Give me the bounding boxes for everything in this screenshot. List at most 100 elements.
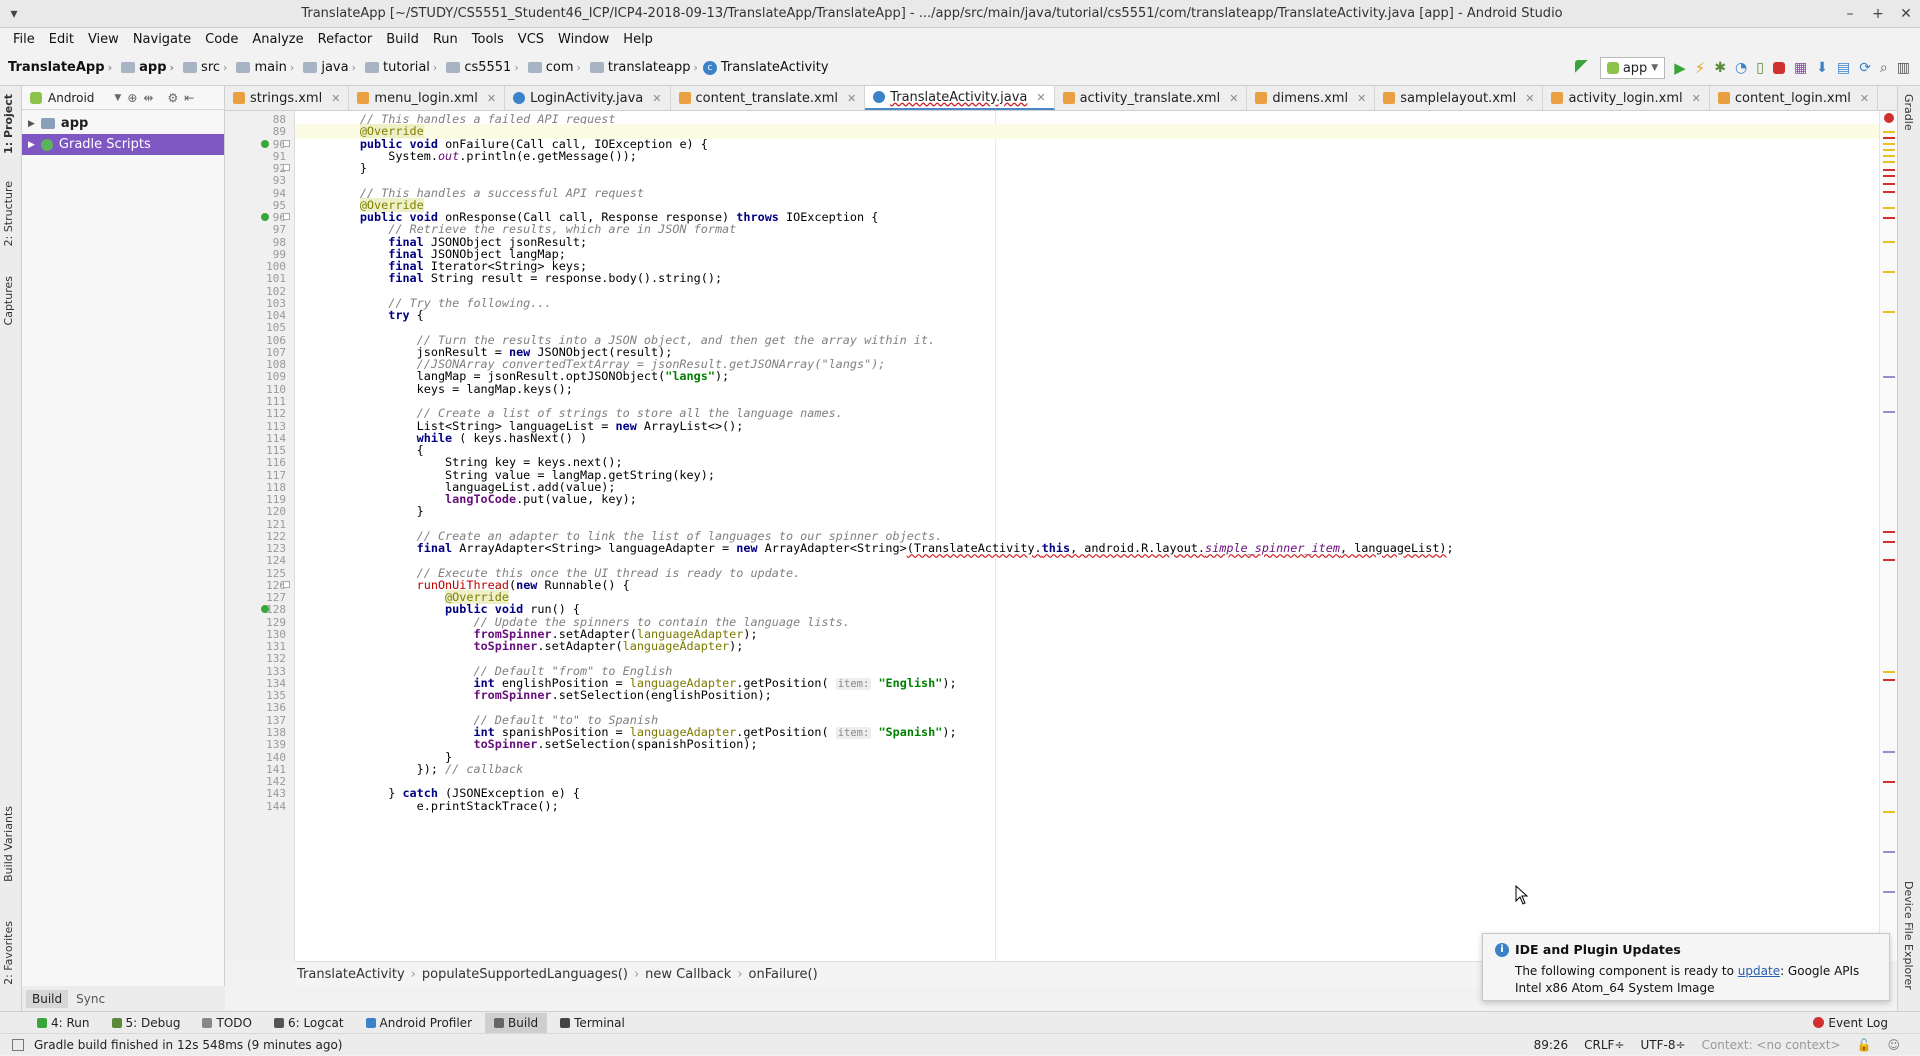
tool-window-6-logcat[interactable]: 6: Logcat — [265, 1013, 353, 1033]
close-tab-icon[interactable]: ✕ — [487, 92, 496, 105]
hide-icon[interactable]: ⇤ — [184, 91, 194, 105]
run-icon[interactable]: ▶ — [1674, 59, 1686, 77]
tab-menu-login-xml[interactable]: menu_login.xml ✕ — [349, 86, 506, 110]
fold-icon[interactable] — [283, 139, 290, 147]
code-line[interactable]: try { — [303, 308, 424, 323]
tab-dimens-xml[interactable]: dimens.xml ✕ — [1247, 86, 1376, 110]
tool-window-android-profiler[interactable]: Android Profiler — [357, 1013, 481, 1033]
scroll-marker[interactable] — [1883, 751, 1895, 753]
chevron-down-icon[interactable]: ▼ — [114, 93, 121, 103]
minimize-icon[interactable]: – — [1836, 6, 1864, 22]
caret-position[interactable]: 89:26 — [1534, 1038, 1569, 1052]
attach-debugger-icon[interactable]: ▯ — [1756, 60, 1764, 76]
settings-icon[interactable]: ▥ — [1897, 60, 1910, 76]
override-marker-icon[interactable] — [261, 139, 269, 148]
tab-loginactivity-java[interactable]: LoginActivity.java ✕ — [505, 86, 671, 110]
error-stripe-scrollbar[interactable] — [1879, 111, 1897, 961]
code-line[interactable]: keys = langMap.keys(); — [303, 382, 573, 397]
event-log-button[interactable]: Event Log — [1813, 1016, 1888, 1030]
tab-build-variants[interactable]: Build Variants — [2, 806, 15, 882]
apply-changes-icon[interactable]: ⚡ — [1695, 59, 1706, 77]
tab-activity-translate-xml[interactable]: activity_translate.xml ✕ — [1055, 86, 1248, 110]
maximize-icon[interactable]: + — [1864, 6, 1892, 22]
breadcrumb-item[interactable]: c TranslateActivity — [702, 60, 829, 75]
make-project-icon[interactable] — [1574, 60, 1591, 76]
scroll-marker[interactable] — [1883, 131, 1895, 133]
code-breadcrumb-item[interactable]: new Callback — [645, 967, 731, 982]
scope-icon[interactable]: ⊕ — [127, 91, 137, 105]
breadcrumb-item[interactable]: java › — [299, 60, 359, 75]
tool-window-5-debug[interactable]: 5: Debug — [103, 1013, 190, 1033]
close-tab-icon[interactable]: ✕ — [1229, 92, 1238, 105]
scroll-marker[interactable] — [1883, 891, 1895, 893]
menu-window[interactable]: Window — [551, 32, 616, 47]
scroll-marker[interactable] — [1883, 183, 1895, 185]
menu-navigate[interactable]: Navigate — [126, 32, 198, 47]
tab-strings-xml[interactable]: strings.xml ✕ — [225, 86, 350, 110]
error-indicator-icon[interactable] — [1884, 113, 1894, 123]
run-configuration-select[interactable]: app ▼ — [1599, 57, 1666, 79]
scroll-marker[interactable] — [1883, 169, 1895, 171]
scroll-marker[interactable] — [1883, 376, 1895, 378]
tab-captures[interactable]: Captures — [2, 276, 15, 325]
tab-samplelayout-xml[interactable]: samplelayout.xml ✕ — [1375, 86, 1544, 110]
sync-icon[interactable]: ⟳ — [1859, 60, 1871, 76]
debug-icon[interactable]: ✱ — [1714, 60, 1726, 76]
close-tab-icon[interactable]: ✕ — [1692, 92, 1701, 105]
lock-icon[interactable]: 🔓 — [1857, 1038, 1872, 1052]
close-tab-icon[interactable]: ✕ — [1525, 92, 1534, 105]
code-line[interactable]: } — [303, 504, 424, 519]
scroll-marker[interactable] — [1883, 217, 1895, 219]
line-separator[interactable]: CRLF÷ — [1584, 1038, 1624, 1052]
close-tab-icon[interactable]: ✕ — [847, 92, 856, 105]
inspector-icon[interactable]: ☺ — [1887, 1038, 1900, 1052]
tool-window-todo[interactable]: TODO — [193, 1013, 260, 1033]
tool-window-terminal[interactable]: Terminal — [551, 1013, 634, 1033]
scroll-marker[interactable] — [1883, 155, 1895, 157]
scroll-marker[interactable] — [1883, 851, 1895, 853]
code-line[interactable]: final ArrayAdapter<String> languageAdapt… — [303, 541, 1454, 556]
menu-build[interactable]: Build — [379, 32, 426, 47]
scroll-marker[interactable] — [1883, 311, 1895, 313]
breadcrumb-item[interactable]: TranslateApp › — [8, 60, 115, 75]
code-line[interactable]: final String result = response.body().st… — [303, 271, 722, 286]
menu-view[interactable]: View — [81, 32, 126, 47]
close-icon[interactable]: ✕ — [1892, 6, 1920, 22]
scroll-marker[interactable] — [1883, 671, 1895, 673]
file-encoding[interactable]: UTF-8÷ — [1641, 1038, 1686, 1052]
close-tab-icon[interactable]: ✕ — [1860, 92, 1869, 105]
tab-build[interactable]: Build — [26, 989, 69, 1008]
breadcrumb-item[interactable]: translateapp › — [586, 60, 701, 75]
code-line[interactable]: fromSpinner.setSelection(englishPosition… — [303, 688, 771, 703]
scroll-marker[interactable] — [1883, 161, 1895, 163]
status-toggle-icon[interactable] — [12, 1038, 24, 1051]
avd-manager-icon[interactable]: ▦ — [1794, 60, 1807, 76]
close-tab-icon[interactable]: ✕ — [652, 92, 661, 105]
scroll-marker[interactable] — [1883, 679, 1895, 681]
scroll-marker[interactable] — [1883, 175, 1895, 177]
scroll-marker[interactable] — [1883, 541, 1895, 543]
tool-window-build[interactable]: Build — [485, 1012, 548, 1033]
code-breadcrumb-item[interactable]: populateSupportedLanguages() — [422, 967, 628, 982]
menu-edit[interactable]: Edit — [42, 32, 81, 47]
scroll-marker[interactable] — [1883, 271, 1895, 273]
code-line[interactable]: }); // callback — [303, 762, 524, 777]
chevron-right-icon[interactable]: ▶ — [28, 119, 35, 129]
code-line[interactable]: } — [303, 161, 367, 176]
close-tab-icon[interactable]: ✕ — [1357, 92, 1366, 105]
scroll-marker[interactable] — [1883, 149, 1895, 151]
tab-project[interactable]: 1: Project — [2, 94, 15, 154]
scroll-marker[interactable] — [1883, 559, 1895, 561]
collapse-icon[interactable]: ⇹ — [143, 91, 153, 105]
tab-gradle[interactable]: Gradle — [1902, 94, 1915, 131]
scroll-marker[interactable] — [1883, 137, 1895, 139]
override-marker-icon[interactable] — [261, 213, 269, 222]
tab-activity-login-xml[interactable]: activity_login.xml ✕ — [1543, 86, 1710, 110]
tab-content-translate-xml[interactable]: content_translate.xml ✕ — [671, 86, 866, 110]
breadcrumb-item[interactable]: com › — [524, 60, 584, 75]
menu-file[interactable]: File — [6, 32, 42, 47]
context-indicator[interactable]: Context: <no context> — [1702, 1038, 1841, 1052]
scroll-marker[interactable] — [1883, 143, 1895, 145]
project-structure-icon[interactable]: ▤ — [1837, 60, 1850, 76]
breadcrumb-item[interactable]: main › — [232, 60, 297, 75]
